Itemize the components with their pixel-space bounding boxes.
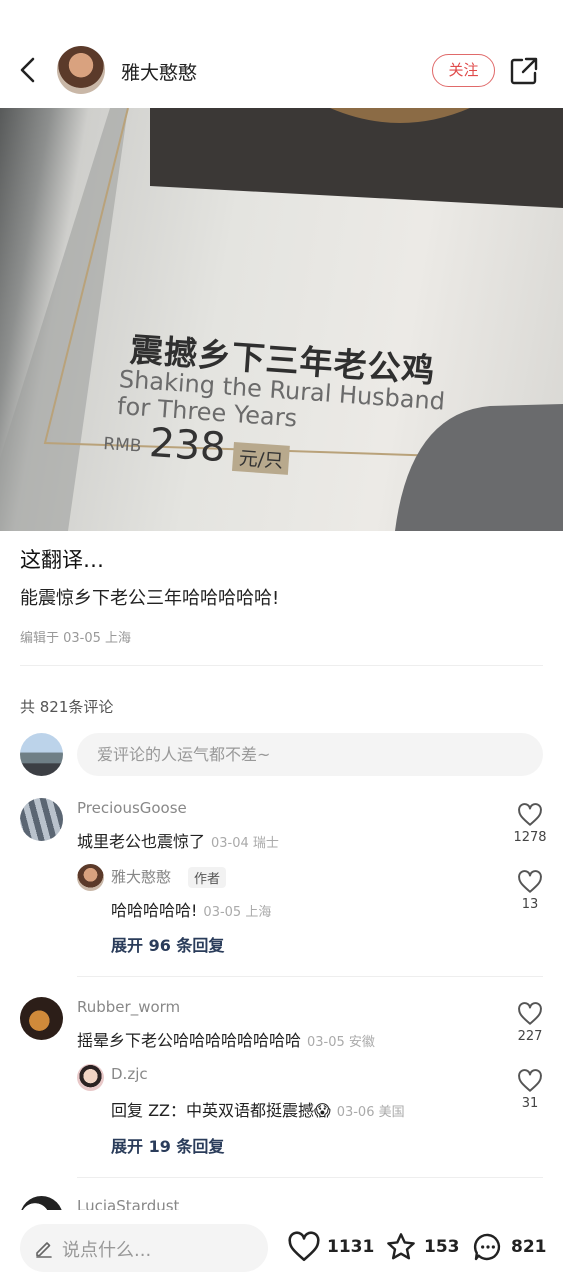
star-count: 153 [424, 1237, 460, 1257]
author-avatar[interactable] [57, 46, 105, 94]
comment-body: 城里老公也震惊了 [77, 832, 206, 851]
comment-text[interactable]: 摇晕乡下老公哈哈哈哈哈哈哈哈 03-05 安徽 [77, 1027, 375, 1051]
comment-body: 摇晕乡下老公哈哈哈哈哈哈哈哈 [77, 1031, 302, 1050]
heart-icon [518, 803, 542, 826]
reply-meta: 03-06 美国 [336, 1105, 405, 1120]
like-stat[interactable]: 1131 [287, 1231, 374, 1263]
bottom-bar: 说点什么... 1131 153 821 [0, 1210, 563, 1280]
post-photo[interactable]: 震撼乡下三年老公鸡 Shaking the Rural Husband for … [0, 108, 563, 531]
reply-name[interactable]: D.zjc [111, 1065, 148, 1083]
reply-body: 回复 ZZ：中英双语都挺震撼 [111, 1101, 315, 1120]
divider [77, 976, 543, 977]
post-meta: 编辑于 03-05 上海 [20, 631, 132, 646]
like-count: 31 [521, 1096, 539, 1111]
commenter-avatar[interactable] [20, 798, 63, 841]
price: 238 [147, 420, 228, 472]
bottom-input-placeholder: 说点什么... [62, 1240, 152, 1261]
bottom-comment-input[interactable]: 说点什么... [20, 1224, 268, 1272]
comment-meta: 03-05 安徽 [307, 1035, 375, 1050]
post-title: 这翻译… [20, 548, 104, 572]
author-tag: 作者 [188, 867, 227, 888]
commenter-name[interactable]: Rubber_worm [77, 998, 180, 1016]
reply-text[interactable]: 回复 ZZ：中英双语都挺震撼😱 03-06 美国 [111, 1097, 405, 1121]
comment-count: 共 821条评论 [20, 698, 114, 716]
like-count: 227 [517, 1029, 543, 1044]
reply-like[interactable]: 13 [500, 870, 560, 912]
commenter-avatar[interactable] [20, 997, 63, 1040]
reply-body: 哈哈哈哈哈! [111, 901, 198, 920]
currency-label: RMB [102, 434, 143, 457]
top-bar: 雅大憨憨 关注 [0, 0, 563, 108]
divider [77, 1177, 543, 1178]
price-unit: 元/只 [231, 442, 291, 475]
star-stat[interactable]: 153 [384, 1231, 460, 1263]
expand-replies-button[interactable]: 展开 19 条回复 [111, 1133, 224, 1157]
reply-text[interactable]: 哈哈哈哈哈! 03-05 上海 [111, 897, 271, 921]
comment-like[interactable]: 227 [500, 1002, 560, 1044]
reply-name[interactable]: 雅大憨憨 [111, 866, 171, 887]
heart-icon [288, 1231, 320, 1262]
comment-count-stat: 821 [511, 1237, 547, 1257]
author-name[interactable]: 雅大憨憨 [121, 58, 197, 85]
like-count: 1278 [513, 830, 547, 845]
heart-icon [518, 870, 542, 893]
like-count: 1131 [327, 1237, 375, 1257]
emoji: 😱 [314, 1101, 331, 1120]
comment-input[interactable]: 爱评论的人运气都不差~ [77, 733, 543, 776]
comment-text[interactable]: 城里老公也震惊了 03-04 瑞士 [77, 828, 279, 852]
commenter-name[interactable]: PreciousGoose [77, 799, 187, 817]
comment-stat[interactable]: 821 [471, 1231, 547, 1263]
post-body: 能震惊乡下老公三年哈哈哈哈哈! [20, 588, 280, 609]
my-avatar [20, 733, 63, 776]
pencil-icon [36, 1242, 52, 1258]
comment-like[interactable]: 1278 [500, 803, 560, 845]
comment-meta: 03-04 瑞士 [211, 836, 279, 851]
share-icon[interactable] [509, 56, 539, 86]
reply-like[interactable]: 31 [500, 1069, 560, 1111]
follow-button[interactable]: 关注 [432, 54, 495, 87]
divider [20, 665, 543, 666]
heart-icon [518, 1002, 542, 1025]
heart-icon [518, 1069, 542, 1092]
star-icon [387, 1233, 415, 1260]
reply-meta: 03-05 上海 [203, 905, 272, 920]
expand-replies-button[interactable]: 展开 96 条回复 [111, 932, 224, 956]
back-arrow-icon[interactable] [16, 56, 40, 84]
comment-icon [473, 1233, 501, 1261]
reply-avatar[interactable] [77, 864, 104, 891]
reply-avatar[interactable] [77, 1064, 104, 1091]
like-count: 13 [521, 897, 539, 912]
